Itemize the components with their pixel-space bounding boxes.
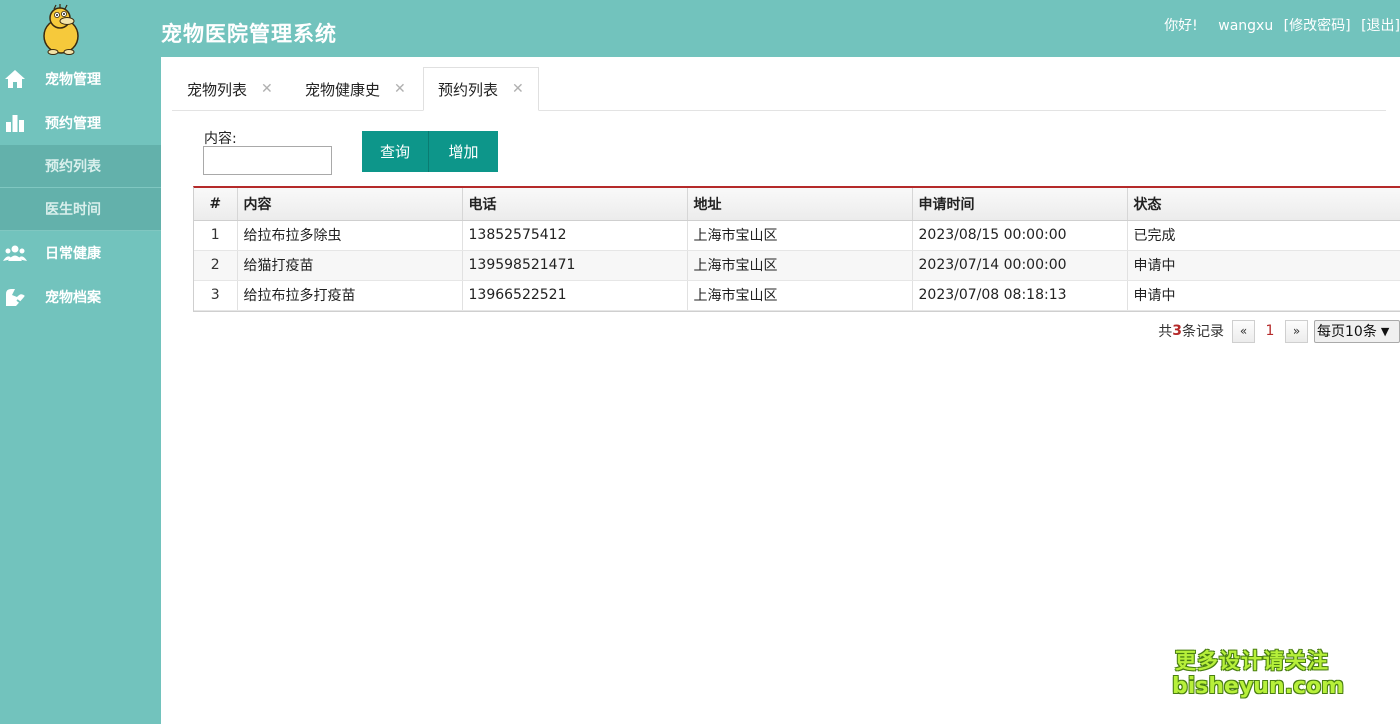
column-header-address[interactable]: 地址 — [687, 188, 913, 221]
column-header-content[interactable]: 内容 — [237, 188, 463, 221]
next-page-button[interactable]: » — [1285, 319, 1308, 343]
people-icon — [2, 242, 28, 264]
greeting-text: 你好! — [1164, 18, 1198, 34]
search-content-label: 内容: — [204, 131, 237, 147]
table-row[interactable]: 1 给拉布拉多除虫 13852575412 上海市宝山区 2023/08/15 … — [194, 220, 1400, 251]
pet-record-icon — [2, 286, 28, 308]
tab-label: 宠物健康史 — [305, 80, 381, 99]
cell-address: 上海市宝山区 — [687, 250, 913, 281]
cell-apply-time: 2023/07/08 08:18:13 — [912, 280, 1128, 311]
cell-address: 上海市宝山区 — [687, 280, 913, 311]
home-icon — [2, 68, 28, 90]
close-icon[interactable]: ✕ — [512, 81, 524, 97]
cell-address: 上海市宝山区 — [687, 220, 913, 251]
cell-index: 2 — [194, 250, 238, 281]
pager-prefix: 共 — [1158, 324, 1173, 340]
table-header-row: # 内容 电话 地址 申请时间 状态 — [194, 188, 1400, 221]
cell-phone: 139598521471 — [462, 250, 688, 281]
sidebar-item-label: 宠物档案 — [45, 290, 101, 306]
cell-phone: 13966522521 — [462, 280, 688, 311]
change-password-link[interactable]: [修改密码] — [1284, 18, 1351, 34]
table-row[interactable]: 2 给猫打疫苗 139598521471 上海市宝山区 2023/07/14 0… — [194, 250, 1400, 281]
cell-status: 申请中 — [1127, 250, 1400, 281]
user-bar: 你好! wangxu [修改密码] [退出] — [1154, 15, 1400, 35]
cell-phone: 13852575412 — [462, 220, 688, 251]
appointment-table: # 内容 电话 地址 申请时间 状态 1 给拉布拉多除虫 13852575412… — [193, 186, 1400, 312]
sidebar-subitem-doctor-time[interactable]: 医生时间 — [0, 188, 161, 231]
table-row[interactable]: 3 给拉布拉多打疫苗 13966522521 上海市宝山区 2023/07/08… — [194, 280, 1400, 311]
logout-link[interactable]: [退出] — [1361, 18, 1400, 34]
pager-suffix: 条记录 — [1182, 324, 1224, 340]
query-button[interactable]: 查询 — [362, 131, 429, 172]
page-number-button[interactable]: 1 — [1255, 323, 1285, 339]
prev-page-button[interactable]: « — [1232, 319, 1255, 343]
sidebar-item-label: 宠物管理 — [45, 72, 101, 88]
sidebar-item-appointment-management[interactable]: 预约管理 — [0, 101, 161, 145]
watermark: 更多设计请关注 bisheyun.com — [1172, 648, 1345, 700]
sidebar-item-label: 日常健康 — [45, 246, 101, 262]
username: wangxu — [1218, 18, 1274, 34]
sidebar-item-label: 预约管理 — [45, 116, 101, 132]
tab-pet-health-history[interactable]: 宠物健康史 ✕ — [305, 67, 406, 111]
page-size-value: 每页10条 — [1317, 324, 1377, 340]
sidebar: 宠物管理 预约管理 预约列表 医生时间 日常健康 宠物档案 — [0, 57, 161, 724]
bar-chart-icon — [2, 112, 28, 134]
sidebar-item-pet-records[interactable]: 宠物档案 — [0, 275, 161, 319]
add-button[interactable]: 增加 — [429, 131, 498, 172]
search-content-input[interactable] — [203, 146, 332, 175]
app-title: 宠物医院管理系统 — [161, 22, 337, 46]
cell-index: 3 — [194, 280, 238, 311]
close-icon[interactable]: ✕ — [261, 81, 273, 97]
cell-content: 给猫打疫苗 — [237, 250, 463, 281]
duck-logo-icon — [36, 4, 86, 56]
page-size-select[interactable]: 每页10条 ▼ — [1314, 319, 1400, 343]
column-header-index[interactable]: # — [194, 188, 238, 221]
cell-apply-time: 2023/08/15 00:00:00 — [912, 220, 1128, 251]
sidebar-subitem-appointment-list[interactable]: 预约列表 — [0, 145, 161, 188]
cell-apply-time: 2023/07/14 00:00:00 — [912, 250, 1128, 281]
cell-content: 给拉布拉多除虫 — [237, 220, 463, 251]
cell-content: 给拉布拉多打疫苗 — [237, 280, 463, 311]
close-icon[interactable]: ✕ — [394, 81, 406, 97]
cell-status: 申请中 — [1127, 280, 1400, 311]
sidebar-item-daily-health[interactable]: 日常健康 — [0, 231, 161, 275]
column-header-phone[interactable]: 电话 — [462, 188, 688, 221]
tab-bar: 宠物列表 ✕ 宠物健康史 ✕ 预约列表 ✕ — [161, 57, 1400, 111]
tab-label: 预约列表 — [438, 80, 499, 99]
tab-appointment-list[interactable]: 预约列表 ✕ — [423, 67, 539, 111]
watermark-line2: bisheyun.com — [1172, 674, 1345, 699]
pagination: 共 3 条记录 « 1 » 每页10条 ▼ — [1158, 319, 1400, 343]
sidebar-item-pet-management[interactable]: 宠物管理 — [0, 57, 161, 101]
cell-index: 1 — [194, 220, 238, 251]
top-header: 宠物医院管理系统 你好! wangxu [修改密码] [退出] — [0, 0, 1400, 57]
column-header-apply-time[interactable]: 申请时间 — [912, 188, 1128, 221]
watermark-line1: 更多设计请关注 — [1175, 649, 1329, 673]
cell-status: 已完成 — [1127, 220, 1400, 251]
column-header-status[interactable]: 状态 — [1127, 188, 1400, 221]
chevron-down-icon: ▼ — [1380, 324, 1390, 338]
pager-total-count: 3 — [1172, 323, 1182, 339]
tab-label: 宠物列表 — [187, 80, 248, 99]
tab-pet-list[interactable]: 宠物列表 ✕ — [187, 67, 273, 111]
search-button-group: 查询 增加 — [362, 131, 498, 172]
